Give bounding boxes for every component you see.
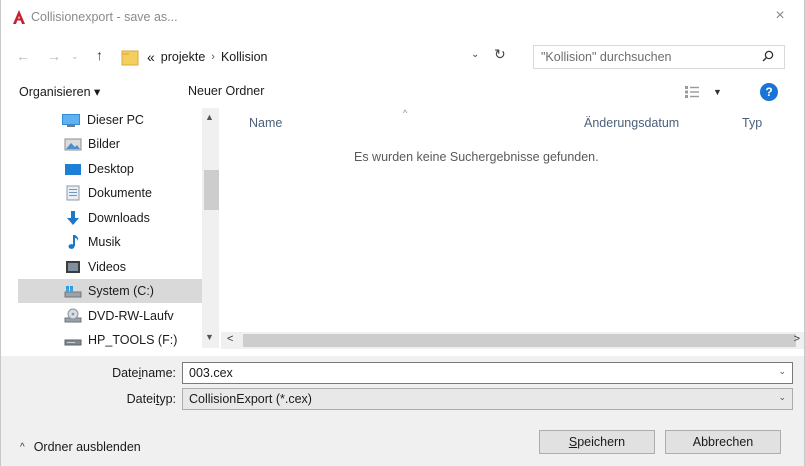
nav-item-downloads[interactable]: Downloads [18, 206, 202, 230]
search-placeholder: "Kollision" durchsuchen [541, 50, 672, 64]
sort-indicator-icon: ^ [403, 108, 408, 118]
nav-item-label: Videos [88, 260, 126, 274]
address-dropdown-icon[interactable]: ⌄ [471, 49, 479, 60]
nav-item-dvd-rw[interactable]: DVD-RW-Laufv [18, 304, 202, 328]
pc-icon [62, 114, 80, 127]
address-bar[interactable]: « projekte › Kollision [121, 46, 523, 68]
nav-item-label: Musik [88, 235, 121, 249]
column-header-modified[interactable]: Änderungsdatum [584, 116, 679, 130]
scroll-thumb[interactable] [204, 170, 219, 210]
save-as-dialog: Collisionexport - save as... × ← → ⌄ ↑ «… [0, 0, 805, 466]
nav-item-label: HP_TOOLS (F:) [88, 333, 178, 347]
filename-value: 003.cex [189, 366, 233, 380]
scroll-down-icon[interactable]: ▼ [205, 332, 214, 342]
dialog-footer: ^ Ordner ausblenden Speichern Abbrechen [1, 416, 804, 466]
recent-locations-dropdown[interactable]: ⌄ [71, 51, 79, 62]
nav-vertical-scrollbar[interactable]: ▲ ▼ [202, 108, 219, 348]
organize-button[interactable]: Organisieren ▾ [19, 84, 100, 99]
breadcrumb-overflow[interactable]: « [147, 49, 155, 65]
nav-item-system-c[interactable]: System (C:) [18, 279, 202, 303]
nav-item-label: Downloads [88, 211, 150, 225]
command-bar: Organisieren ▾ Neuer Ordner ▼ ? [1, 78, 804, 106]
view-options-icon[interactable] [685, 86, 699, 98]
nav-item-videos[interactable]: Videos [18, 255, 202, 279]
save-button[interactable]: Speichern [539, 430, 655, 454]
refresh-icon[interactable]: ↻ [494, 46, 506, 63]
column-header-name[interactable]: Name [249, 116, 282, 130]
help-icon[interactable]: ? [760, 83, 778, 101]
empty-results-message: Es wurden keine Suchergebnisse gefunden. [354, 150, 599, 164]
title-bar: Collisionexport - save as... × [1, 0, 804, 34]
column-header-type[interactable]: Typ [742, 116, 762, 130]
filetype-select[interactable]: CollisionExport (*.cex) ⌄ [182, 388, 793, 410]
desktop-icon [65, 164, 81, 175]
nav-item-bilder[interactable]: Bilder [18, 132, 202, 156]
nav-item-label: Dieser PC [87, 113, 144, 127]
save-form: Dateiname: 003.cex ⌄ Dateityp: Collision… [1, 356, 804, 416]
nav-item-label: System (C:) [88, 284, 154, 298]
search-input[interactable]: "Kollision" durchsuchen [533, 45, 785, 69]
hide-folders-toggle[interactable]: ^ Ordner ausblenden [20, 440, 141, 454]
nav-item-label: Dokumente [88, 186, 152, 200]
scroll-thumb[interactable] [243, 334, 796, 347]
folder-icon [121, 50, 139, 65]
breadcrumb-projekte[interactable]: projekte [161, 50, 205, 64]
nav-item-label: DVD-RW-Laufv [88, 309, 174, 323]
file-list-horizontal-scrollbar[interactable]: < > [221, 332, 804, 349]
nav-item-label: Desktop [88, 162, 134, 176]
view-dropdown-icon[interactable]: ▼ [713, 87, 722, 97]
scroll-up-icon[interactable]: ▲ [205, 112, 214, 122]
filename-label: Dateiname: [112, 366, 176, 380]
pictures-icon [64, 138, 82, 151]
documents-icon [66, 185, 80, 201]
breadcrumb-kollision[interactable]: Kollision [221, 50, 268, 64]
usb-drive-icon [64, 339, 82, 346]
dvd-icon [64, 308, 82, 323]
file-list: ^ Name Änderungsdatum Typ Es wurden kein… [234, 108, 794, 332]
nav-item-hp-tools[interactable]: HP_TOOLS (F:) [18, 328, 202, 348]
back-button[interactable]: ← [16, 48, 30, 64]
drive-icon [64, 286, 82, 298]
filetype-label: Dateityp: [126, 392, 176, 406]
search-icon [762, 50, 774, 62]
scroll-left-icon[interactable]: < [227, 333, 233, 345]
nav-item-musik[interactable]: Musik [18, 230, 202, 254]
chevron-down-icon[interactable]: ⌄ [778, 366, 786, 377]
chevron-down-icon[interactable]: ⌄ [778, 392, 786, 403]
up-button[interactable]: ↑ [96, 47, 103, 63]
new-folder-button[interactable]: Neuer Ordner [188, 84, 264, 98]
cancel-button[interactable]: Abbrechen [665, 430, 781, 454]
address-row: ← → ⌄ ↑ « projekte › Kollision ⌄ ↻ "Koll… [1, 36, 804, 76]
filetype-value: CollisionExport (*.cex) [189, 392, 312, 406]
videos-icon [66, 261, 80, 273]
filename-input[interactable]: 003.cex ⌄ [182, 362, 793, 384]
autodesk-a-icon [13, 10, 25, 24]
window-title: Collisionexport - save as... [31, 10, 178, 24]
scroll-right-icon[interactable]: > [794, 333, 800, 345]
music-icon [68, 235, 79, 249]
navigation-pane: Dieser PC Bilder Desktop Dokumente Downl… [18, 108, 220, 348]
close-button[interactable]: × [770, 6, 790, 26]
breadcrumb-separator[interactable]: › [211, 51, 215, 63]
nav-item-dokumente[interactable]: Dokumente [18, 181, 202, 205]
nav-item-label: Bilder [88, 137, 120, 151]
nav-item-dieser-pc[interactable]: Dieser PC [18, 108, 202, 132]
forward-button[interactable]: → [47, 48, 61, 64]
nav-item-desktop[interactable]: Desktop [18, 157, 202, 181]
chevron-up-icon: ^ [20, 441, 25, 453]
downloads-icon [67, 211, 79, 225]
hide-folders-label: Ordner ausblenden [33, 440, 141, 454]
